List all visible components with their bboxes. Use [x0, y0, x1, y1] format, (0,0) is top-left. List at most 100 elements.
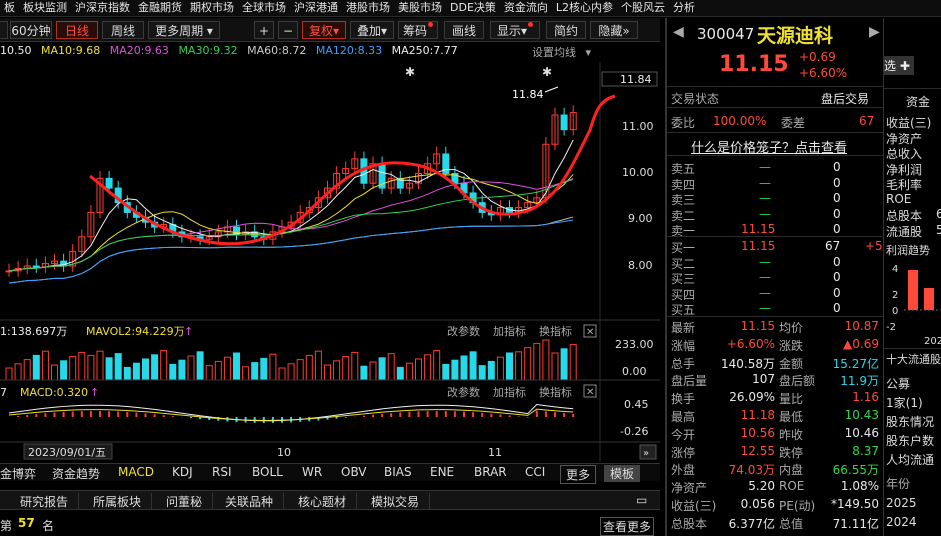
view-more-button[interactable]: 查看更多: [600, 517, 655, 536]
menu-item[interactable]: DDE决策: [446, 0, 500, 16]
menu-item[interactable]: 资金流向: [500, 0, 552, 16]
stat-label: 今开: [671, 427, 696, 442]
volume-bar: [469, 351, 477, 381]
period-60min-button[interactable]: 60分钟: [10, 21, 52, 39]
tab-fund[interactable]: 资金: [906, 93, 930, 110]
tab-indicator[interactable]: RSI: [212, 465, 232, 479]
volume-bar: [32, 354, 40, 381]
macd-add-indicator-button[interactable]: 加指标: [493, 385, 526, 399]
macd-switch-indicator-button[interactable]: 换指标: [539, 385, 572, 399]
volume-bar: [242, 366, 250, 381]
fq-label: 复权: [308, 24, 333, 38]
trend-y-tick: 0: [892, 306, 898, 317]
vol-switch-indicator-button[interactable]: 换指标: [539, 324, 572, 338]
kline-chart[interactable]: 11.84 ✱ ✱ 11.84 11.00 10.00 9.00 8.00 1:…: [0, 62, 660, 462]
tab-sim-trade[interactable]: 模拟交易: [361, 493, 431, 510]
display-button[interactable]: 显示▾: [490, 21, 540, 39]
f10-row-label: 总收入: [886, 147, 923, 161]
chips-button[interactable]: 筹码: [398, 21, 438, 39]
tab-ask-secretary[interactable]: 问董秘: [156, 493, 214, 510]
volume-bar: [132, 362, 140, 381]
macd-change-param-button[interactable]: 改参数: [447, 385, 480, 399]
vol-add-indicator-button[interactable]: 加指标: [493, 324, 526, 338]
volume-bar: [278, 367, 286, 381]
bid-label: 买三: [671, 272, 696, 286]
volume-bar: [160, 350, 168, 381]
volume-bar: [287, 363, 295, 381]
stat-label: 均价: [779, 321, 804, 335]
volume-bar: [205, 365, 213, 381]
prev-stock-icon[interactable]: ◀: [673, 24, 684, 40]
ask-volume: 0: [833, 175, 841, 190]
menu-item[interactable]: 期权市场: [186, 0, 238, 16]
menu-item[interactable]: 港股市场: [342, 0, 394, 16]
zoom-out-button[interactable]: −: [278, 21, 298, 39]
volume-bar: [187, 355, 195, 381]
trend-bar: [908, 270, 918, 310]
menu-item[interactable]: 板块监测: [19, 0, 71, 16]
tab-indicator[interactable]: BIAS: [384, 465, 412, 479]
period-daily-button[interactable]: 日线: [56, 21, 98, 39]
ask-price: —: [759, 191, 771, 205]
period-weekly-button[interactable]: 周线: [102, 21, 144, 39]
menu-item[interactable]: 金融期货: [134, 0, 186, 16]
tab-indicator[interactable]: CCI: [525, 465, 545, 479]
tab-research-report[interactable]: 研究报告: [10, 493, 80, 510]
menu-item[interactable]: 美股市场: [394, 0, 446, 16]
next-stock-icon[interactable]: ▶: [869, 24, 880, 40]
tab-core-theme[interactable]: 核心题材: [288, 493, 358, 510]
volume-bar: [324, 364, 331, 381]
menu-item[interactable]: 个股风云: [617, 0, 669, 16]
dropdown-arrow-icon: ▾: [206, 24, 213, 38]
ma-settings-button[interactable]: 设置均线 ▾: [532, 44, 591, 60]
tab-sector[interactable]: 所属板块: [83, 493, 153, 510]
tab-related[interactable]: 关联品种: [215, 493, 285, 510]
more-indicators-button[interactable]: 更多: [560, 465, 597, 484]
top10-holders-title: 十大流通股: [886, 353, 941, 366]
menu-item[interactable]: 沪深港通: [290, 0, 342, 16]
tab-indicator[interactable]: 金博弈: [0, 465, 36, 482]
ma120-value: MA120:8.33: [315, 44, 383, 57]
template-button[interactable]: 模板: [604, 465, 641, 482]
draw-line-button[interactable]: 画线: [444, 21, 484, 39]
ma60-value: MA60:8.72: [247, 44, 307, 57]
ma10-value: MA10:9.68: [41, 44, 101, 57]
tab-indicator[interactable]: BOLL: [252, 465, 283, 479]
volume-bar: [260, 357, 268, 381]
tab-indicator[interactable]: OBV: [341, 465, 367, 479]
zoom-in-button[interactable]: +: [254, 21, 274, 39]
price-axis-tick: 10.00: [622, 166, 654, 179]
tab-indicator[interactable]: KDJ: [172, 465, 193, 479]
price-cage-link[interactable]: 什么是价格笼子？点击查看: [691, 137, 847, 156]
stat-label: 换手: [671, 392, 696, 407]
stat-value: 66.55万: [832, 463, 879, 478]
volume-bar: [269, 353, 277, 381]
minimize-panel-icon[interactable]: ▭: [636, 493, 647, 507]
menu-item[interactable]: L2核心内参: [552, 0, 617, 16]
tab-indicator[interactable]: ENE: [430, 465, 454, 479]
overlay-button[interactable]: 叠加▾: [350, 21, 394, 39]
stat-value: 140.58万: [721, 356, 775, 371]
simple-mode-button[interactable]: 简约: [546, 21, 586, 39]
tab-indicator[interactable]: 资金趋势: [52, 465, 100, 482]
menu-item[interactable]: 分析: [669, 0, 699, 16]
add-watchlist-button[interactable]: 自选 ✚: [884, 56, 914, 75]
menu-item[interactable]: 沪深京指数: [71, 0, 134, 16]
tab-indicator[interactable]: BRAR: [474, 465, 507, 479]
more-period-button[interactable]: 更多周期 ▾: [148, 21, 220, 39]
tab-indicator-active[interactable]: MACD: [118, 465, 154, 479]
trend-x-label: 202: [924, 336, 941, 347]
vol-change-param-button[interactable]: 改参数: [447, 324, 480, 338]
dropdown-arrow-icon: ▾: [380, 24, 388, 38]
menu-item[interactable]: 板: [0, 0, 19, 16]
vol-axis-bottom: 0.00: [622, 365, 647, 378]
ma20-value: MA20:9.63: [109, 44, 169, 57]
menu-item[interactable]: 全球市场: [238, 0, 290, 16]
fq-button[interactable]: 复权▾: [302, 21, 346, 39]
high-arrow: [544, 86, 559, 93]
arrow-up-icon: ↑: [184, 325, 193, 338]
tab-indicator[interactable]: WR: [302, 465, 322, 479]
stat-value: 11.15: [740, 319, 775, 333]
hide-button[interactable]: 隐藏»: [590, 21, 638, 39]
ask-label: 卖二: [671, 208, 696, 223]
